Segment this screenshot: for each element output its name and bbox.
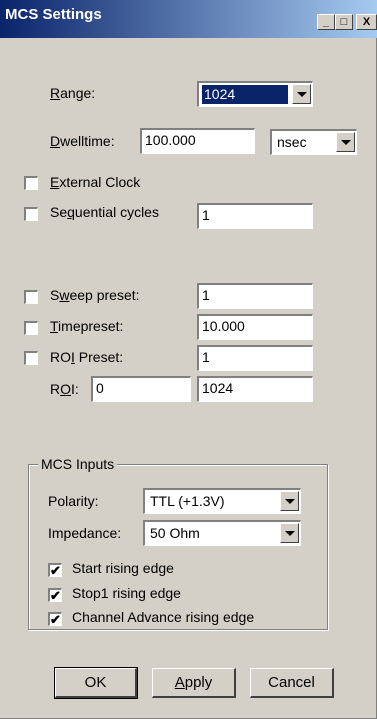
chevron-down-icon[interactable] xyxy=(280,523,299,543)
timepreset-input[interactable]: 10.000 xyxy=(197,314,313,340)
cancel-button[interactable]: Cancel xyxy=(250,668,334,698)
sweep-preset-input[interactable]: 1 xyxy=(197,283,313,309)
roi-preset-input[interactable]: 1 xyxy=(197,345,313,371)
maximize-button[interactable]: □ xyxy=(335,14,353,30)
dwelltime-input[interactable]: 100.000 xyxy=(140,128,255,154)
chevron-down-icon[interactable] xyxy=(280,491,299,511)
polarity-select[interactable]: TTL (+1.3V) xyxy=(143,488,301,514)
range-select[interactable]: 1024 xyxy=(197,81,313,107)
start-rising-label: Start rising edge xyxy=(72,560,174,576)
roi-preset-checkbox[interactable] xyxy=(24,351,38,365)
timepreset-label: Timepreset: xyxy=(50,318,124,334)
range-label: Range: xyxy=(50,85,96,101)
close-button[interactable]: X xyxy=(356,14,377,30)
dwelltime-unit-select[interactable]: nsec xyxy=(270,129,357,155)
impedance-select[interactable]: 50 Ohm xyxy=(143,520,301,546)
stop1-rising-label: Stop1 rising edge xyxy=(72,585,181,601)
dwelltime-label: Dwelltime: xyxy=(50,133,115,149)
window-title: MCS Settings xyxy=(5,6,102,23)
stop1-rising-checkbox[interactable]: ✔ xyxy=(48,588,62,602)
roi-to-input[interactable]: 1024 xyxy=(197,376,313,402)
roi-from-input[interactable]: 0 xyxy=(91,376,191,402)
polarity-label: Polarity: xyxy=(48,493,99,509)
sequential-cycles-input[interactable]: 1 xyxy=(197,203,313,229)
mcs-inputs-legend: MCS Inputs xyxy=(38,456,118,472)
ok-button[interactable]: OK xyxy=(54,667,138,699)
external-clock-checkbox[interactable] xyxy=(24,176,38,190)
sequential-cycles-checkbox[interactable] xyxy=(24,207,38,221)
polarity-value: TTL (+1.3V) xyxy=(150,493,225,509)
sweep-preset-checkbox[interactable] xyxy=(24,290,38,304)
dwelltime-unit-value: nsec xyxy=(277,134,307,150)
external-clock-label: External Clock xyxy=(50,174,141,190)
timepreset-checkbox[interactable] xyxy=(24,321,38,335)
sweep-preset-label: Sweep preset: xyxy=(50,287,140,303)
impedance-label: Impedance: xyxy=(48,525,122,541)
impedance-value: 50 Ohm xyxy=(150,525,200,541)
range-value: 1024 xyxy=(202,85,288,104)
start-rising-checkbox[interactable]: ✔ xyxy=(48,563,62,577)
channel-advance-label: Channel Advance rising edge xyxy=(72,609,255,625)
sequential-cycles-label: Sequential cycles xyxy=(50,204,159,220)
minimize-button[interactable]: _ xyxy=(317,14,335,30)
chevron-down-icon[interactable] xyxy=(292,84,311,104)
chevron-down-icon[interactable] xyxy=(336,132,355,152)
roi-label: ROI: xyxy=(50,381,79,397)
roi-preset-label: ROI Preset: xyxy=(50,349,124,365)
apply-button[interactable]: Apply xyxy=(152,668,236,698)
channel-advance-checkbox[interactable]: ✔ xyxy=(48,612,62,626)
